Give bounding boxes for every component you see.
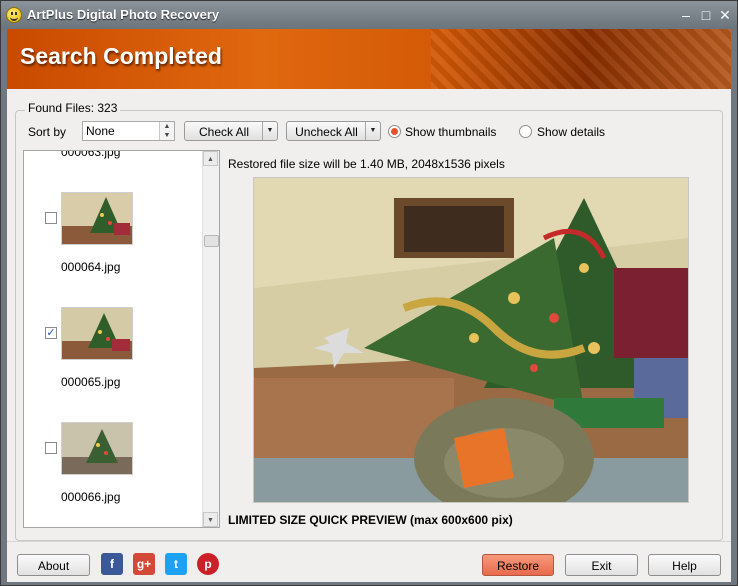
google-plus-icon[interactable]: g+	[133, 553, 155, 575]
file-checkbox[interactable]	[45, 442, 57, 454]
main-content: Found Files: 323 Sort by None ▲ ▼ Check A…	[7, 89, 731, 541]
bottom-bar: About f g+ t p Restore Exit Help	[7, 541, 731, 582]
list-item[interactable]: 000066.jpg	[24, 421, 204, 527]
list-item[interactable]: ✓ 000065.jpg	[24, 306, 204, 416]
window-title: ArtPlus Digital Photo Recovery	[27, 7, 220, 22]
smiley-app-icon	[6, 7, 22, 23]
sort-by-value: None	[86, 124, 115, 138]
help-button[interactable]: Help	[648, 554, 721, 576]
facebook-icon[interactable]: f	[101, 553, 123, 575]
scroll-up-icon[interactable]: ▲	[203, 151, 218, 166]
show-thumbnails-label[interactable]: Show thumbnails	[405, 125, 496, 139]
app-window: ArtPlus Digital Photo Recovery – □ ✕ Sea…	[0, 0, 738, 586]
thumbnail-list[interactable]: 000063.jpg 000064.jpg ✓ 000065.jpg 00006…	[23, 150, 220, 528]
photo-thumbnail[interactable]	[61, 307, 133, 360]
about-button[interactable]: About	[17, 554, 90, 576]
header-banner: Search Completed	[7, 29, 731, 89]
photo-preview	[253, 177, 689, 503]
show-details-radio[interactable]	[519, 125, 532, 138]
maximize-icon[interactable]: □	[698, 7, 714, 23]
uncheck-all-button[interactable]: Uncheck All ▼	[286, 121, 381, 141]
file-checkbox[interactable]: ✓	[45, 327, 57, 339]
chevron-down-icon[interactable]: ▼	[262, 122, 277, 140]
help-label: Help	[672, 559, 697, 573]
restore-button[interactable]: Restore	[482, 554, 554, 576]
about-label: About	[37, 559, 70, 573]
file-name: 000063.jpg	[61, 150, 121, 159]
scroll-down-icon[interactable]: ▼	[203, 512, 218, 527]
file-name: 000066.jpg	[61, 490, 121, 504]
restore-label: Restore	[496, 559, 540, 573]
sort-by-label: Sort by	[28, 125, 67, 139]
close-icon[interactable]: ✕	[717, 7, 733, 23]
photo-thumbnail[interactable]	[61, 192, 133, 245]
list-scrollbar[interactable]: ▲ ▼	[202, 151, 219, 527]
minimize-icon[interactable]: –	[678, 7, 694, 23]
uncheck-all-label: Uncheck All	[295, 125, 358, 139]
preview-caption: LIMITED SIZE QUICK PREVIEW (max 600x600 …	[228, 513, 513, 527]
restored-size-info: Restored file size will be 1.40 MB, 2048…	[228, 157, 505, 171]
list-item[interactable]: 000064.jpg	[24, 191, 204, 301]
show-details-label[interactable]: Show details	[537, 125, 605, 139]
check-all-label: Check All	[198, 125, 250, 139]
page-title: Search Completed	[20, 43, 222, 69]
pinterest-icon[interactable]: p	[197, 553, 219, 575]
exit-button[interactable]: Exit	[565, 554, 638, 576]
chevron-down-icon[interactable]: ▼	[365, 122, 380, 140]
file-checkbox[interactable]	[45, 212, 57, 224]
found-files-count: Found Files: 323	[25, 101, 121, 115]
file-name: 000064.jpg	[61, 260, 121, 274]
exit-label: Exit	[591, 559, 612, 573]
sort-spin-icon[interactable]: ▲ ▼	[159, 122, 174, 140]
check-all-button[interactable]: Check All ▼	[184, 121, 278, 141]
sort-by-select[interactable]: None ▲ ▼	[82, 121, 175, 141]
show-thumbnails-radio[interactable]	[388, 125, 401, 138]
file-name: 000065.jpg	[61, 375, 121, 389]
title-bar[interactable]: ArtPlus Digital Photo Recovery – □ ✕	[1, 1, 737, 29]
list-item[interactable]: 000063.jpg	[24, 150, 204, 161]
photo-thumbnail[interactable]	[61, 422, 133, 475]
scrollbar-thumb[interactable]	[204, 235, 219, 247]
twitter-icon[interactable]: t	[165, 553, 187, 575]
